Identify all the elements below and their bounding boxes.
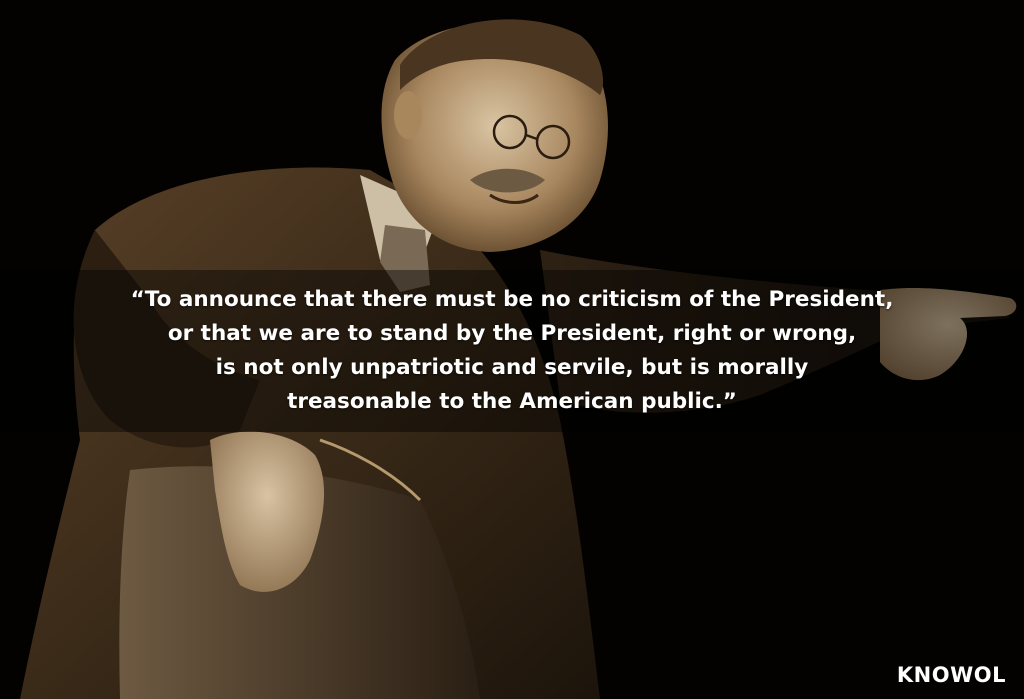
quote-line-4: treasonable to the American public.” bbox=[287, 389, 737, 414]
quote-image: “To announce that there must be no criti… bbox=[0, 0, 1024, 699]
brand-logo-text: KNOWOL bbox=[896, 663, 1006, 687]
quote-text: “To announce that there must be no criti… bbox=[0, 283, 1024, 419]
quote-line-2: or that we are to stand by the President… bbox=[167, 321, 857, 346]
quote-line-1: “To announce that there must be no criti… bbox=[130, 287, 894, 312]
quote-line-3: is not only unpatriotic and servile, but… bbox=[215, 355, 809, 380]
